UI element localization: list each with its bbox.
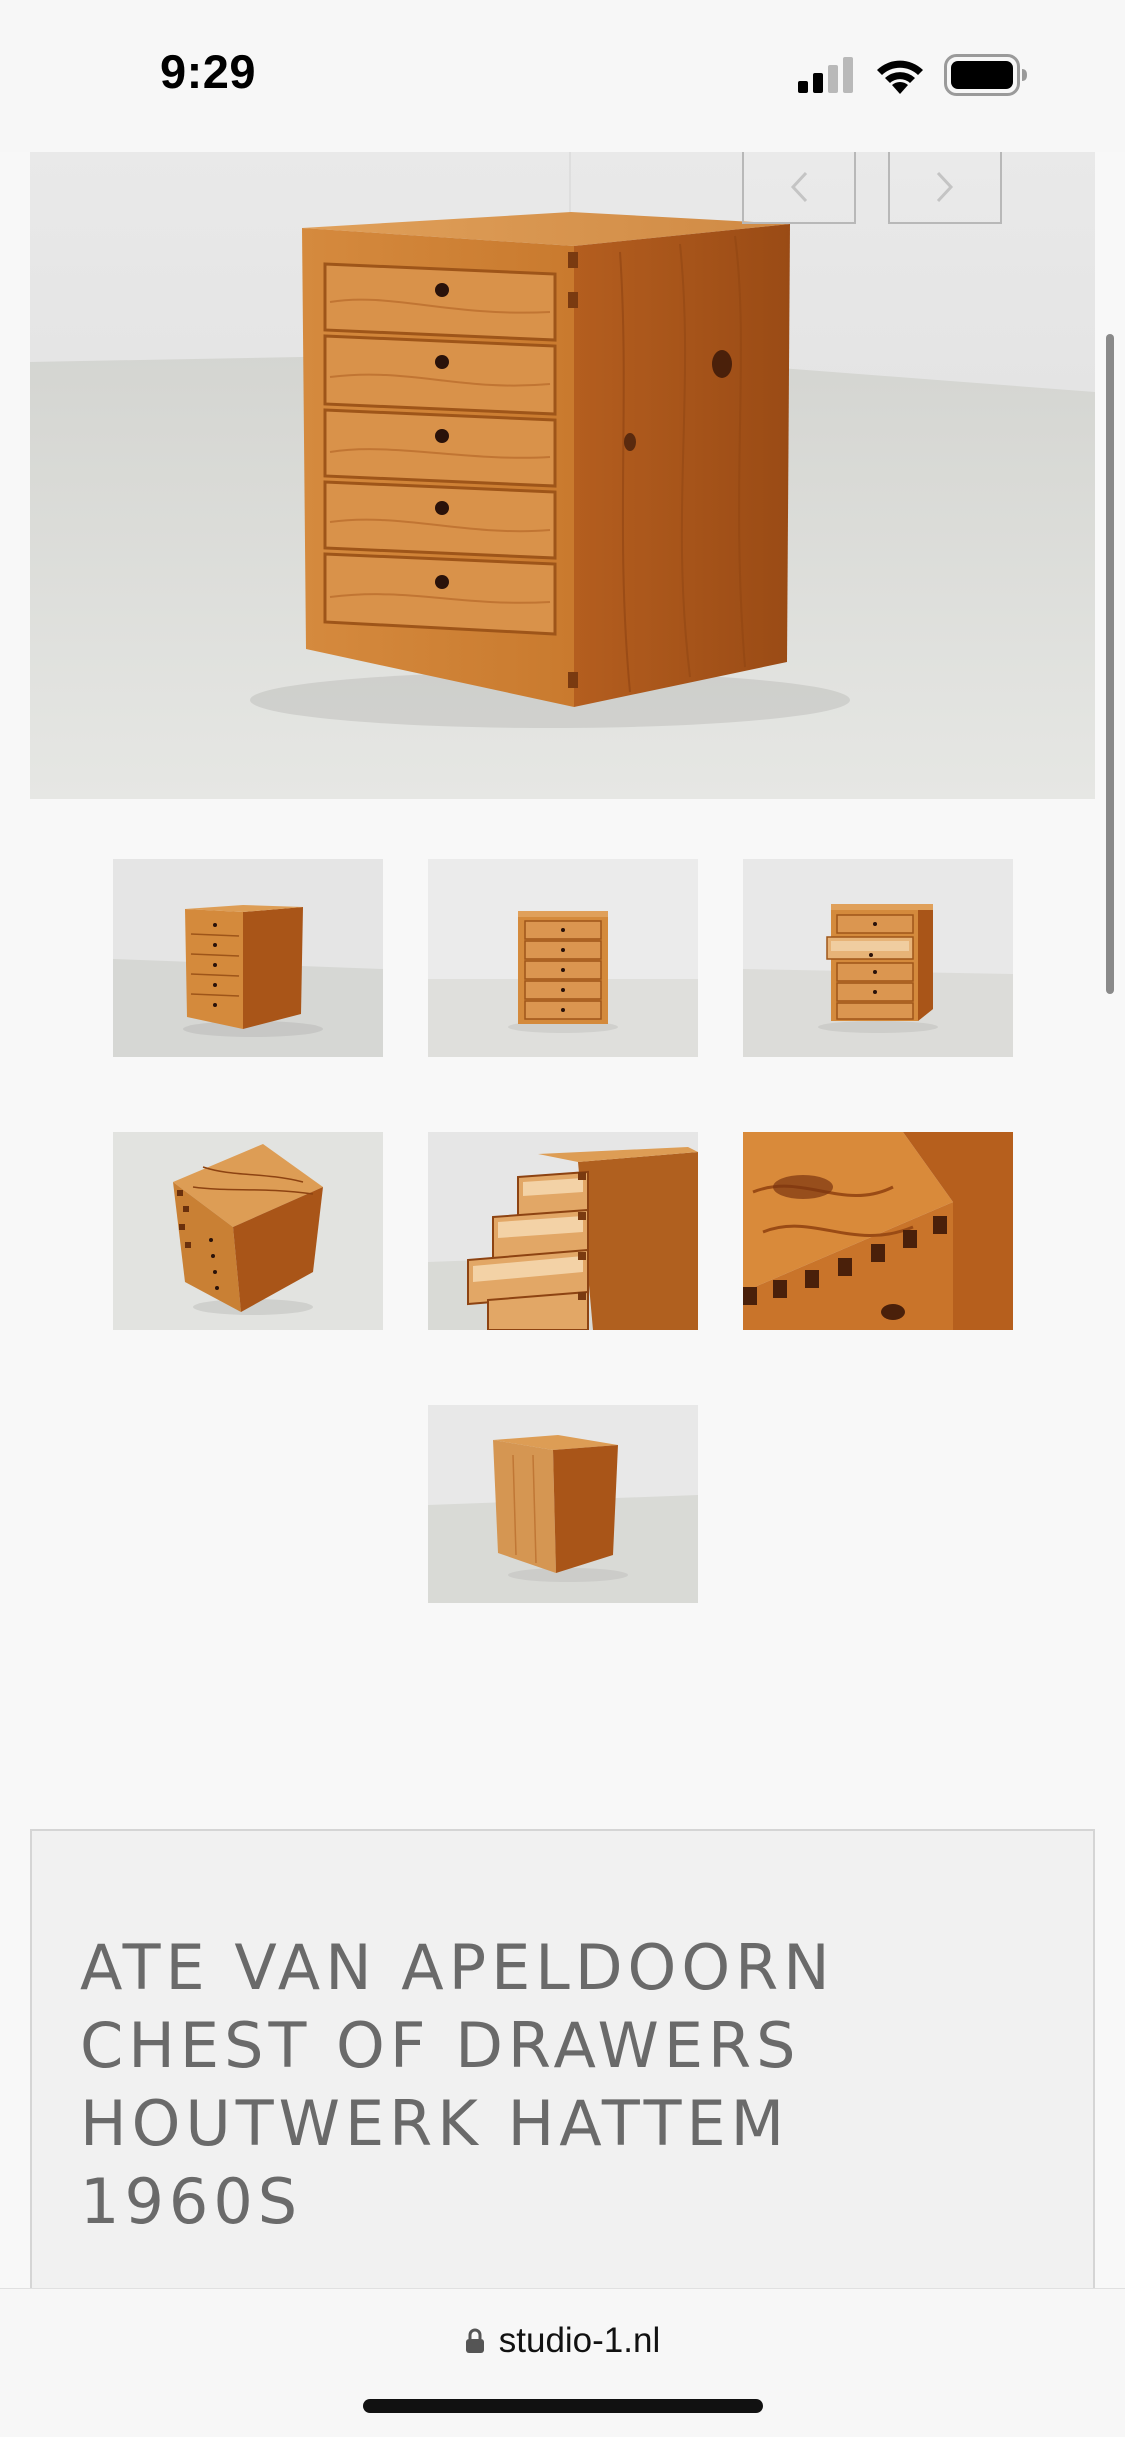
thumbnail-6[interactable] [743, 1132, 1013, 1330]
page-scrollbar[interactable] [1106, 334, 1114, 994]
lock-icon [465, 2328, 484, 2353]
thumbnail-4[interactable] [113, 1132, 383, 1330]
status-time: 9:29 [160, 45, 257, 98]
thumbnail-1[interactable] [113, 859, 383, 1057]
browser-url-bar[interactable]: studio-1.nl [0, 2288, 1125, 2437]
status-bar: 9:29 [0, 0, 1125, 152]
wifi-icon [877, 60, 923, 94]
url-text: studio-1.nl [498, 2321, 661, 2360]
cellular-signal-icon [798, 57, 853, 93]
chevron-left-icon [790, 171, 808, 203]
gallery-next-button[interactable] [888, 152, 1002, 224]
chevron-right-icon [936, 171, 954, 203]
product-title-line-2: CHEST OF DRAWERS [80, 2009, 801, 2082]
thumbnail-2[interactable] [428, 859, 698, 1057]
thumbnail-5[interactable] [428, 1132, 698, 1330]
product-title: ATE VAN APELDOORN CHEST OF DRAWERS HOUTW… [80, 1929, 1040, 2241]
product-title-line-1: ATE VAN APELDOORN [80, 1931, 835, 2004]
thumbnail-7[interactable] [428, 1405, 698, 1603]
battery-icon [944, 54, 1027, 96]
product-title-line-4: 1960S [80, 2165, 303, 2238]
product-title-line-3: HOUTWERK HATTEM [80, 2087, 790, 2160]
gallery-prev-button[interactable] [742, 152, 856, 224]
home-indicator[interactable] [363, 2399, 763, 2413]
hero-product-image[interactable] [30, 152, 1095, 799]
thumbnail-3[interactable] [743, 859, 1013, 1057]
url-display[interactable]: studio-1.nl [0, 2321, 1125, 2361]
product-info-card: ATE VAN APELDOORN CHEST OF DRAWERS HOUTW… [30, 1829, 1095, 2289]
